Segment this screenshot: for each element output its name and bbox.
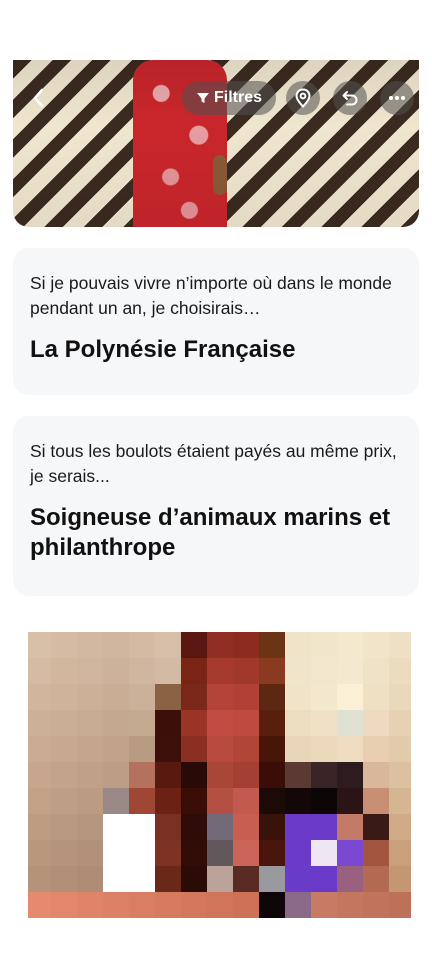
filters-button[interactable]: Filtres [182,81,276,115]
undo-icon [342,91,358,106]
prompt-question: Si je pouvais vivre n’importe où dans le… [30,273,392,318]
filter-icon [196,93,209,103]
prompt-card[interactable]: Si tous les boulots étaient payés au mêm… [13,416,419,596]
undo-button[interactable] [333,81,367,115]
profile-photo-bottom[interactable] [13,615,419,919]
location-pin-icon [295,88,311,108]
pixelated-photo [25,632,415,919]
location-button[interactable] [286,81,320,115]
prompt-answer: Soigneuse d’animaux marins et philanthro… [30,504,391,561]
back-button[interactable] [22,81,56,115]
prompt-card[interactable]: Si je pouvais vivre n’importe où dans le… [13,248,419,395]
more-options-button[interactable] [380,81,414,115]
more-horizontal-icon [389,96,405,100]
chevron-left-icon [33,88,44,108]
prompt-answer: La Polynésie Française [30,336,296,363]
prompt-question: Si tous les boulots étaient payés au mêm… [30,441,397,486]
filters-label: Filtres [213,89,262,106]
